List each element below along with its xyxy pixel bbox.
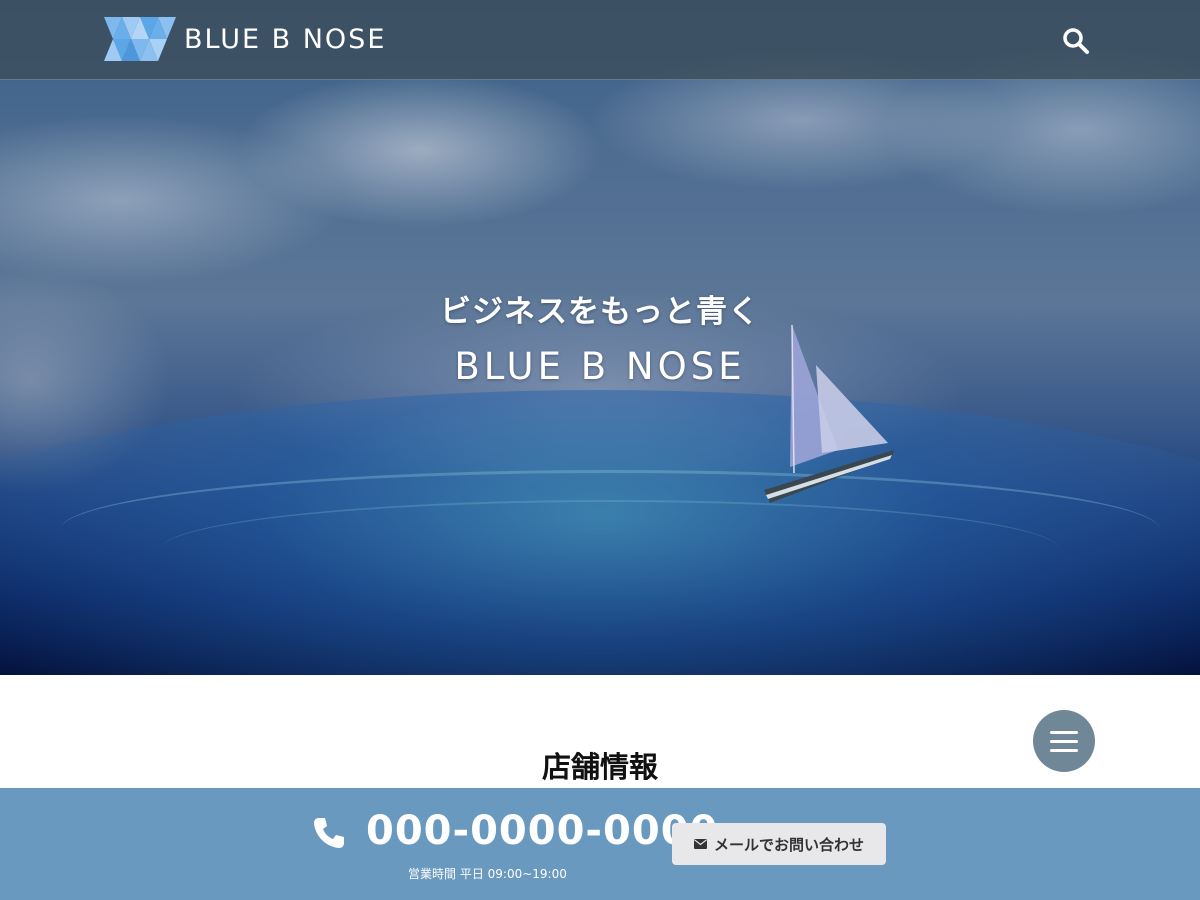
hamburger-icon [1050, 749, 1078, 752]
mail-button-label: メールでお問い合わせ [713, 835, 864, 854]
mail-icon [693, 839, 707, 849]
search-icon[interactable] [1062, 27, 1090, 55]
site-header: BLUE B NOSE [0, 0, 1200, 80]
hero-subtitle: ビジネスをもっと青く [440, 294, 760, 330]
site-logo[interactable]: BLUE B NOSE [104, 17, 386, 61]
hero-banner: ビジネスをもっと青く BLUE B NOSE [0, 0, 1200, 675]
phone-number-link[interactable]: 000-0000-0000 [366, 808, 718, 854]
hero-title: BLUE B NOSE [454, 345, 746, 388]
hamburger-icon [1050, 731, 1078, 734]
hero-text: ビジネスをもっと青く BLUE B NOSE [0, 286, 1200, 388]
hero-wave-line [160, 500, 1060, 600]
logo-mark-icon [104, 17, 176, 61]
hamburger-icon [1050, 740, 1078, 743]
logo-text: BLUE B NOSE [184, 23, 387, 55]
mail-contact-button[interactable]: メールでお問い合わせ [672, 823, 886, 865]
phone-icon [314, 818, 344, 848]
hamburger-menu-button[interactable] [1033, 710, 1095, 772]
section-title: 店舗情報 [541, 750, 658, 784]
business-hours: 営業時間 平日 09:00~19:00 [408, 867, 567, 881]
